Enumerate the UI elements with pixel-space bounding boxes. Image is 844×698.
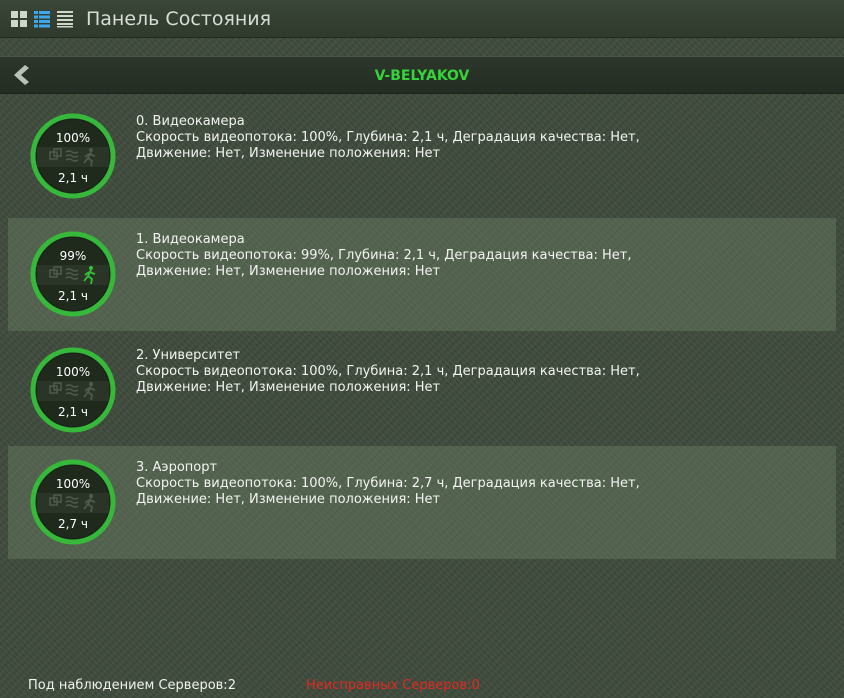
camera-status-gauge: 100% 2,1 ч	[28, 111, 118, 201]
camera-row[interactable]: 100% 2,1 ч 0. Видеокамера Скорость видео…	[8, 100, 836, 213]
archive-depth: 2,1 ч	[58, 171, 88, 185]
camera-info: 1. Видеокамера Скорость видеопотока: 99%…	[136, 232, 826, 280]
stream-rate: 99%	[59, 249, 87, 263]
camera-details-line1: Скорость видеопотока: 100%, Глубина: 2,7…	[136, 476, 640, 491]
archive-depth: 2,1 ч	[58, 405, 88, 419]
camera-details-line2: Движение: Нет, Изменение положения: Нет	[136, 380, 441, 395]
server-name: V-BELYAKOV	[374, 68, 470, 84]
status-bar: Под наблюдением Серверов:2 Неисправных С…	[0, 672, 844, 698]
title-bar: Панель Состояния	[0, 0, 844, 38]
camera-name: 0. Видеокамера	[136, 114, 245, 129]
back-button[interactable]	[6, 61, 36, 89]
camera-info: 3. Аэропорт Скорость видеопотока: 100%, …	[136, 460, 826, 508]
status-panel-window: Панель Состояния V-BELYAKOV 100% 2,1 ч 0…	[0, 0, 844, 698]
list-view-icon[interactable]	[33, 10, 51, 28]
archive-depth: 2,7 ч	[58, 517, 88, 531]
camera-name: 1. Видеокамера	[136, 232, 245, 247]
window-title: Панель Состояния	[86, 7, 272, 30]
camera-name: 3. Аэропорт	[136, 460, 218, 475]
camera-row[interactable]: 100% 2,1 ч 2. Университет Скорость видео…	[8, 334, 836, 447]
camera-row[interactable]: 100% 2,7 ч 3. Аэропорт Скорость видеопот…	[8, 446, 836, 559]
stream-rate: 100%	[55, 477, 91, 491]
grid-view-icon[interactable]	[10, 10, 28, 28]
camera-details-line2: Движение: Нет, Изменение положения: Нет	[136, 264, 441, 279]
server-header: V-BELYAKOV	[0, 56, 844, 94]
chevron-left-icon	[14, 65, 29, 85]
camera-status-gauge: 100% 2,1 ч	[28, 345, 118, 435]
stream-rate: 100%	[55, 365, 91, 379]
camera-details-line2: Движение: Нет, Изменение положения: Нет	[136, 492, 441, 507]
faulty-servers-count: Неисправных Серверов:0	[305, 677, 480, 693]
camera-details-line1: Скорость видеопотока: 100%, Глубина: 2,1…	[136, 364, 640, 379]
camera-info: 0. Видеокамера Скорость видеопотока: 100…	[136, 114, 826, 162]
camera-name: 2. Университет	[136, 348, 241, 363]
stream-rate: 100%	[55, 131, 91, 145]
camera-details-line1: Скорость видеопотока: 100%, Глубина: 2,1…	[136, 130, 640, 145]
camera-row[interactable]: 99% 2,1 ч 1. Видеокамера Скорость видеоп…	[8, 218, 836, 331]
compact-list-icon[interactable]	[56, 10, 74, 28]
archive-depth: 2,1 ч	[58, 289, 88, 303]
camera-details-line1: Скорость видеопотока: 99%, Глубина: 2,1 …	[136, 248, 632, 263]
watched-servers-count: Под наблюдением Серверов:2	[28, 677, 236, 693]
camera-details-line2: Движение: Нет, Изменение положения: Нет	[136, 146, 441, 161]
camera-status-gauge: 99% 2,1 ч	[28, 229, 118, 319]
camera-status-gauge: 100% 2,7 ч	[28, 457, 118, 547]
view-mode-switcher	[10, 10, 74, 28]
camera-info: 2. Университет Скорость видеопотока: 100…	[136, 348, 826, 396]
